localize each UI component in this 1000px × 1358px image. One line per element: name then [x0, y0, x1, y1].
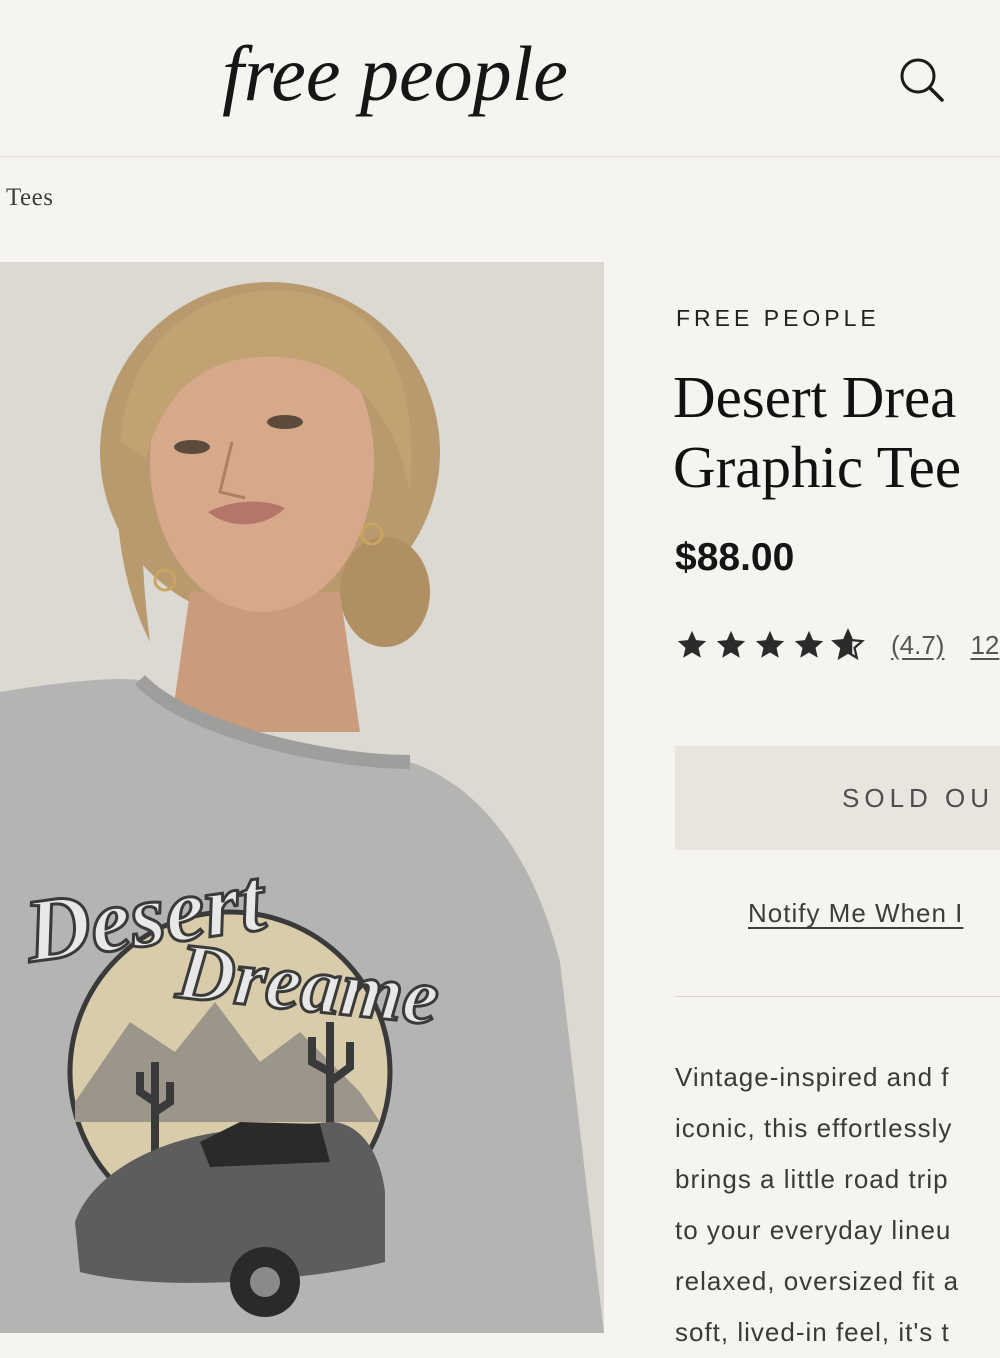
rating-stars — [675, 628, 865, 662]
product-description: Vintage-inspired and f iconic, this effo… — [675, 1052, 1000, 1358]
half-star-icon — [831, 628, 865, 661]
notify-me-link[interactable]: Notify Me When I — [748, 898, 963, 929]
product-brand[interactable]: FREE PEOPLE — [676, 305, 880, 332]
product-image[interactable]: Desert Dreame — [0, 262, 604, 1333]
star-icon — [677, 630, 707, 658]
description-line: to your everyday lineu — [675, 1215, 952, 1245]
description-line: relaxed, oversized fit a — [675, 1266, 960, 1296]
star-icon — [755, 630, 785, 658]
review-count-link[interactable]: 12 — [970, 630, 999, 661]
section-divider — [675, 996, 1000, 997]
star-icon — [716, 630, 746, 658]
breadcrumb-item-tees[interactable]: Tees — [6, 184, 53, 211]
product-title-line1: Desert Drea — [673, 364, 957, 430]
logo-text: free people — [222, 30, 568, 117]
rating-value-link[interactable]: (4.7) — [891, 630, 944, 661]
breadcrumb[interactable]: Tees — [6, 184, 53, 212]
site-header: free people — [0, 0, 1000, 157]
product-title: Desert Drea Graphic Tee — [673, 362, 1000, 502]
star-icon — [794, 630, 824, 658]
sold-out-button[interactable]: SOLD OU — [675, 746, 1000, 850]
description-line: iconic, this effortlessly — [675, 1113, 953, 1143]
free-people-logo[interactable]: free people — [140, 14, 650, 144]
product-price: $88.00 — [675, 536, 795, 579]
description-line: brings a little road trip — [675, 1164, 949, 1194]
model-photo: Desert Dreame — [0, 262, 604, 1333]
product-title-line2: Graphic Tee — [673, 434, 961, 500]
product-rating[interactable]: (4.7) 12 — [675, 628, 999, 662]
description-line: Vintage-inspired and f — [675, 1062, 950, 1092]
search-icon[interactable] — [894, 52, 948, 106]
